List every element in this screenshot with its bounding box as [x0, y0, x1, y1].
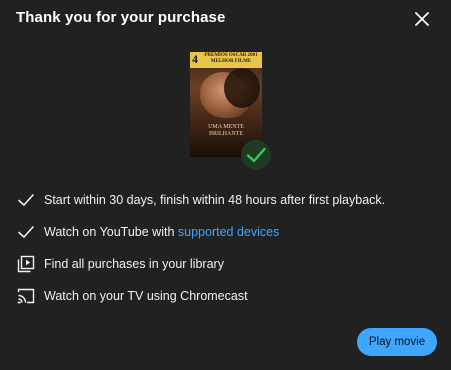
feature-item: Watch on YouTube with supported devices [16, 216, 436, 248]
feature-text: Start within 30 days, finish within 48 h… [44, 193, 386, 207]
feature-text: Find all purchases in your library [44, 257, 224, 271]
play-movie-button[interactable]: Play movie [357, 328, 437, 356]
poster-banner-number: 4 [192, 52, 198, 66]
feature-text: Watch on your TV using Chromecast [44, 289, 248, 303]
feature-item: Watch on your TV using Chromecast [16, 280, 436, 312]
close-button[interactable] [408, 7, 436, 31]
check-icon [18, 226, 34, 238]
poster-banner-text: PRÉMIOS OSCAR 2001 MELHOR FILME [204, 53, 258, 64]
poster-banner: 4 PRÉMIOS OSCAR 2001 MELHOR FILME [190, 52, 262, 68]
feature-list: Start within 30 days, finish within 48 h… [16, 184, 436, 312]
feature-item: Find all purchases in your library [16, 248, 436, 280]
poster-movie-title: UMA MENTE BRILHANTE [208, 124, 244, 137]
close-icon [415, 12, 429, 26]
cast-icon [17, 288, 35, 304]
dialog-title: Thank you for your purchase [16, 9, 226, 26]
check-icon [18, 194, 34, 206]
supported-devices-link[interactable]: supported devices [178, 225, 279, 239]
check-icon [246, 147, 266, 163]
purchase-dialog: Thank you for your purchase 4 PRÉMIOS OS… [0, 0, 451, 370]
feature-item: Start within 30 days, finish within 48 h… [16, 184, 436, 216]
purchase-success-badge [241, 140, 271, 170]
poster-hair-art [224, 68, 260, 108]
feature-text: Watch on YouTube with [44, 225, 178, 239]
library-icon [17, 255, 35, 273]
